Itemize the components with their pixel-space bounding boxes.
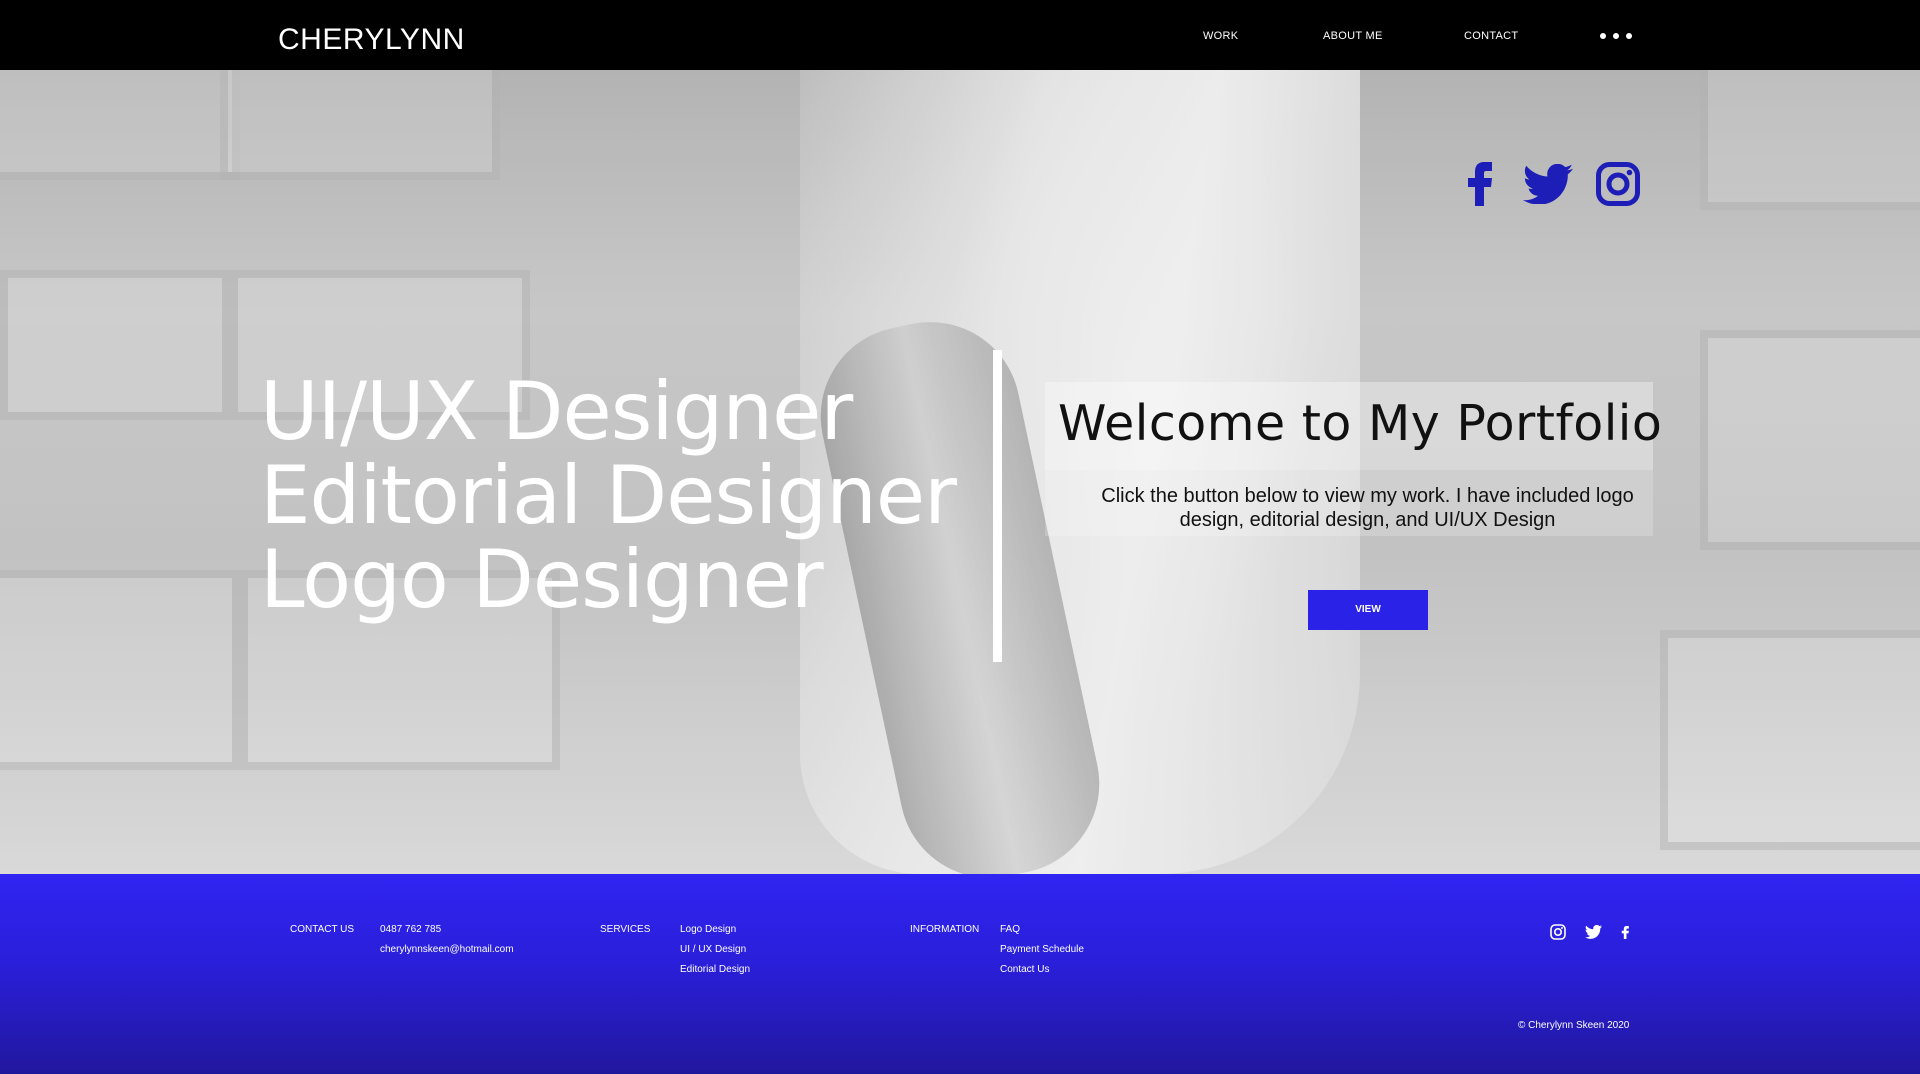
portfolio-description: Click the button below to view my work. … bbox=[1101, 485, 1634, 531]
copyright-text: © Cherylynn Skeen 2020 bbox=[1518, 1020, 1630, 1031]
roles-heading: UI/UX Designer Editorial Designer Logo D… bbox=[260, 365, 957, 626]
more-menu-icon[interactable] bbox=[1600, 33, 1632, 39]
nav-contact[interactable]: CONTACT bbox=[1464, 30, 1518, 42]
footer-contact-label: CONTACT US bbox=[290, 924, 355, 935]
footer-service-logo-design[interactable]: Logo Design bbox=[680, 924, 736, 935]
footer-information-label: INFORMATION bbox=[910, 924, 980, 935]
twitter-icon[interactable] bbox=[1585, 925, 1602, 939]
role-line: Logo Designer bbox=[260, 533, 824, 626]
footer-phone[interactable]: 0487 762 785 bbox=[380, 924, 441, 935]
footer-service-editorial-design[interactable]: Editorial Design bbox=[680, 964, 750, 975]
twitter-icon[interactable] bbox=[1523, 164, 1573, 204]
footer-service-uiux-design[interactable]: UI / UX Design bbox=[680, 944, 746, 955]
site-logo[interactable]: CHERYLYNN bbox=[278, 23, 465, 57]
instagram-icon[interactable] bbox=[1550, 924, 1566, 940]
footer-faq-link[interactable]: FAQ bbox=[1000, 924, 1020, 935]
role-line: Editorial Designer bbox=[260, 449, 957, 542]
hero-section: UI/UX Designer Editorial Designer Logo D… bbox=[0, 70, 1920, 874]
footer-email[interactable]: cherylynnskeen@hotmail.com bbox=[380, 944, 514, 955]
site-footer: CONTACT US 0487 762 785 cherylynnskeen@h… bbox=[0, 874, 1920, 1074]
role-line: UI/UX Designer bbox=[260, 365, 853, 458]
footer-services-label: SERVICES bbox=[600, 924, 651, 935]
welcome-title: Welcome to My Portfolio bbox=[1058, 395, 1663, 452]
view-button[interactable]: VIEW bbox=[1308, 590, 1428, 630]
instagram-icon[interactable] bbox=[1596, 162, 1640, 206]
nav-about-me[interactable]: ABOUT ME bbox=[1323, 30, 1383, 42]
facebook-icon[interactable] bbox=[1462, 162, 1496, 206]
nav-work[interactable]: WORK bbox=[1203, 30, 1238, 42]
site-header: CHERYLYNN WORK ABOUT ME CONTACT bbox=[0, 0, 1920, 70]
facebook-icon[interactable] bbox=[1620, 924, 1630, 941]
footer-contact-us-link[interactable]: Contact Us bbox=[1000, 964, 1049, 975]
footer-payment-schedule-link[interactable]: Payment Schedule bbox=[1000, 944, 1084, 955]
vertical-divider bbox=[993, 350, 1002, 662]
